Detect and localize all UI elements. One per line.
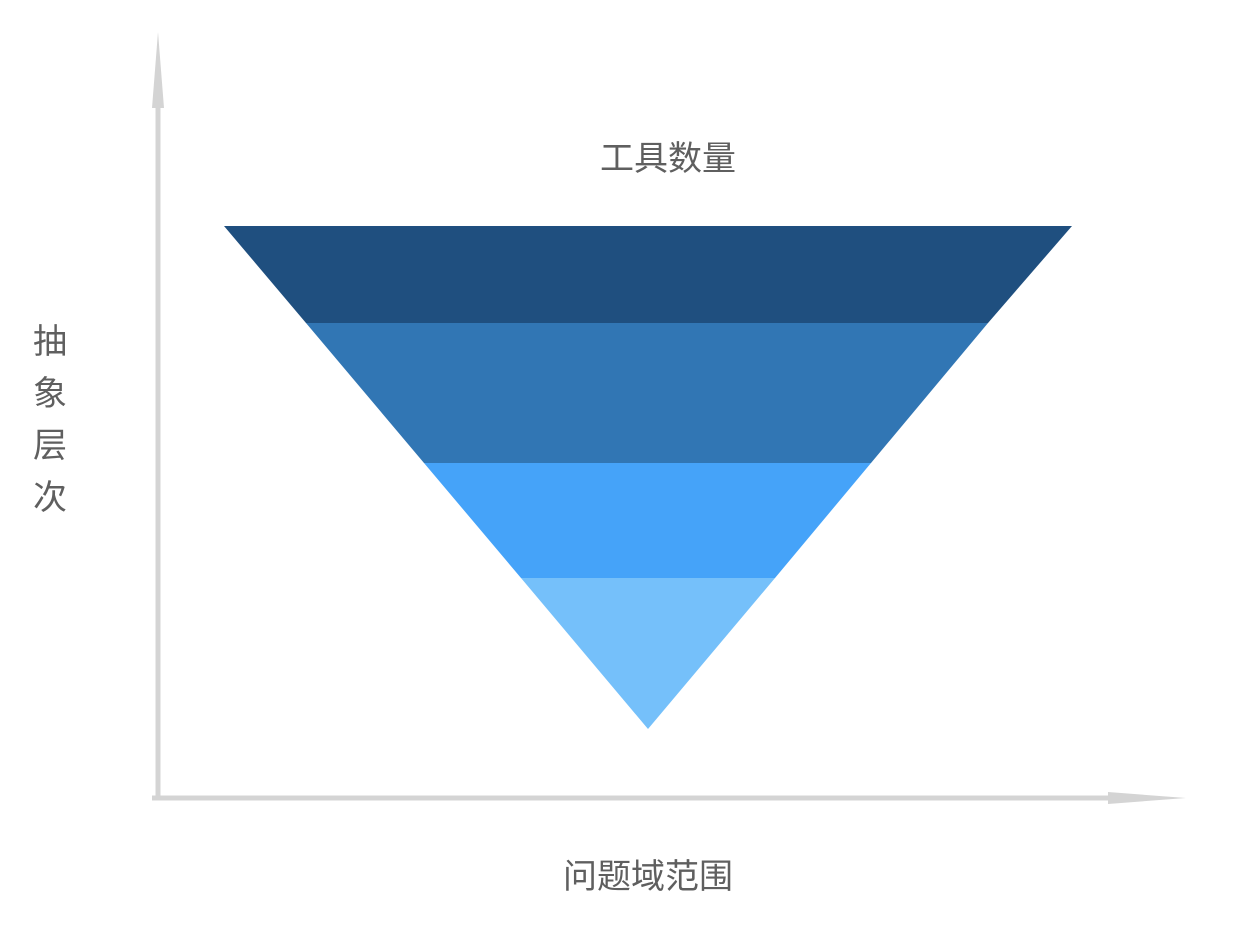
abstraction-level-label-char-3: 层 [33, 426, 67, 466]
abstraction-level-label-char-4: 次 [33, 478, 67, 518]
funnel-layer-4 [521, 578, 775, 729]
y-axis-arrow-icon [152, 32, 164, 108]
tool-count-label: 工具数量 [600, 139, 736, 179]
funnel-layer-1 [224, 226, 1072, 323]
problem-domain-scope-label: 问题域范围 [563, 857, 733, 897]
abstraction-level-label-char-2: 象 [33, 374, 67, 414]
funnel-layer-2 [306, 323, 988, 463]
x-axis-arrow-icon [1108, 792, 1186, 804]
funnel-layer-3 [424, 463, 871, 578]
abstraction-level-label-char-1: 抽 [33, 322, 67, 362]
abstraction-funnel-diagram: 工具数量 问题域范围 抽 象 层 次 [33, 32, 1186, 897]
